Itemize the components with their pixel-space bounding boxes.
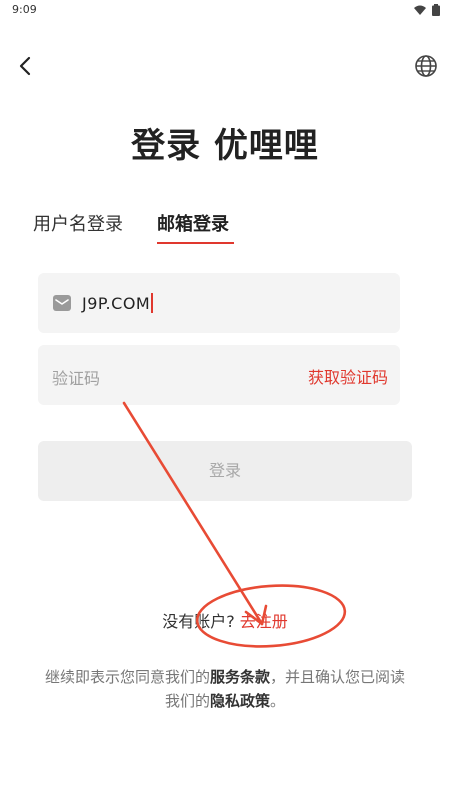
privacy-policy-link[interactable]: 隐私政策	[210, 692, 270, 710]
login-tabs: 用户名登录 邮箱登录	[0, 210, 450, 250]
register-link[interactable]: 去注册	[240, 612, 288, 631]
mail-icon	[53, 295, 71, 311]
battery-icon	[432, 4, 440, 16]
get-code-button[interactable]: 获取验证码	[308, 364, 388, 388]
page-title: 登录 优哩哩	[131, 126, 319, 166]
register-prompt: 没有账户? 去注册	[0, 608, 450, 632]
agreement-part1: 继续即表示您同意我们的	[44, 668, 210, 686]
status-time: 9:09	[12, 3, 37, 16]
back-button[interactable]	[12, 52, 40, 80]
tab-email-login[interactable]: 邮箱登录	[157, 210, 229, 236]
agreement-part2: ，并且确认您已阅读	[270, 668, 406, 686]
chevron-left-icon	[19, 56, 31, 76]
active-tab-indicator	[157, 242, 234, 244]
email-text: J9P.COM	[82, 294, 151, 313]
language-button[interactable]	[412, 52, 440, 80]
text-caret	[151, 293, 154, 313]
agreement-part3: 我们的	[164, 692, 210, 710]
tab-username-login[interactable]: 用户名登录	[33, 210, 123, 236]
login-button[interactable]: 登录	[38, 441, 412, 501]
wifi-icon	[414, 5, 426, 15]
email-input-value[interactable]: J9P.COM	[82, 293, 154, 313]
status-bar: 9:09	[0, 0, 450, 22]
no-account-text: 没有账户?	[162, 612, 235, 631]
verification-code-field[interactable]: 验证码 获取验证码	[38, 345, 400, 405]
globe-icon	[415, 55, 437, 77]
agreement-text: 继续即表示您同意我们的服务条款，并且确认您已阅读 我们的隐私政策。	[0, 665, 450, 713]
annotation-arrow-line	[122, 401, 264, 626]
status-icons	[414, 4, 440, 16]
terms-of-service-link[interactable]: 服务条款	[210, 668, 270, 686]
verification-code-input[interactable]: 验证码	[52, 365, 100, 389]
agreement-end: 。	[270, 692, 286, 710]
email-field[interactable]: J9P.COM	[38, 273, 400, 333]
